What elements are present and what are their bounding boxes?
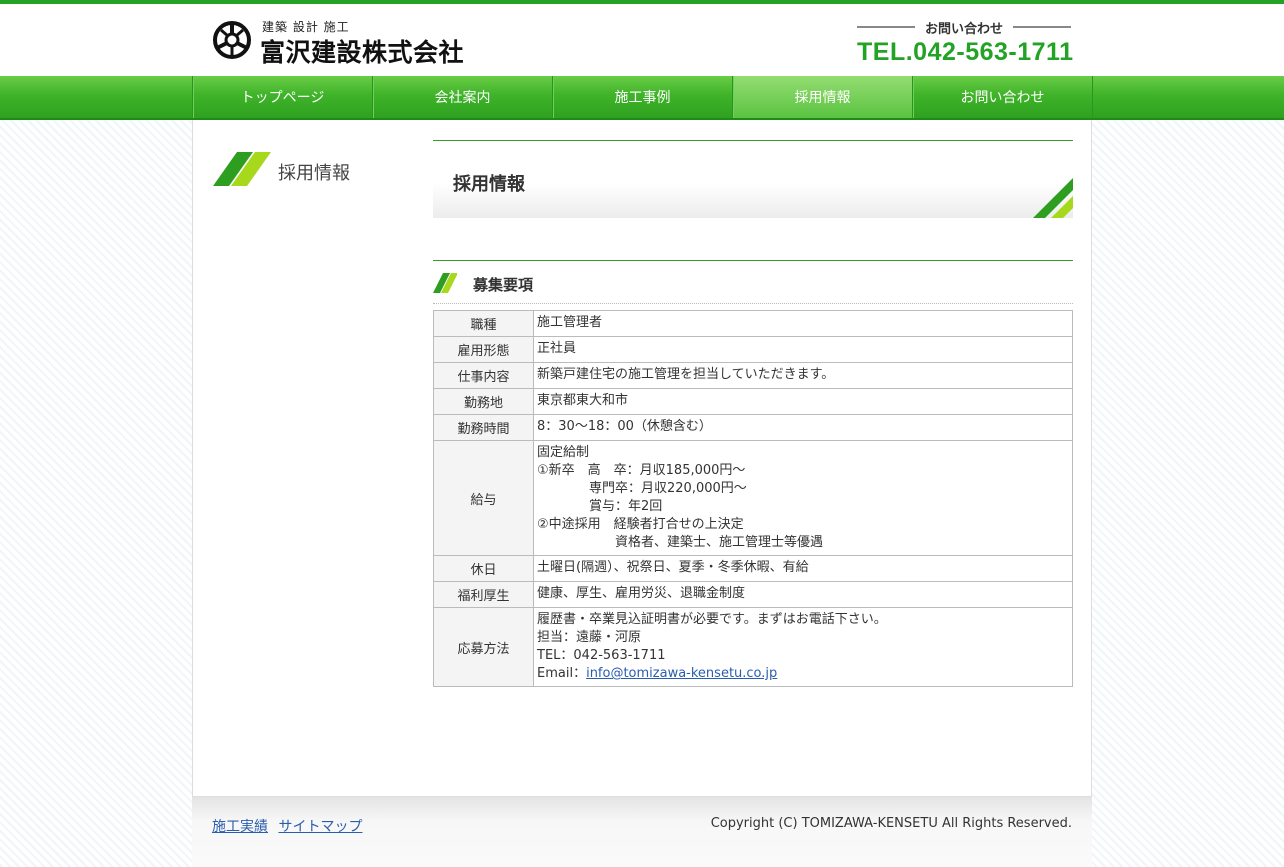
row-label: 勤務時間 (433, 414, 534, 441)
row-value-line: ②中途採用 経験者打合せの上決定 (537, 517, 744, 532)
page-title: 採用情報 (453, 174, 525, 195)
company-name: 富沢建設株式会社 (260, 38, 465, 67)
email-prefix: Email： (537, 666, 587, 681)
row-label: 応募方法 (433, 607, 534, 687)
row-value-line: 8：30～18：00（休憩含む） (537, 419, 712, 434)
row-value: 施工管理者 (533, 310, 1073, 337)
row-value-line: 履歴書・卒業見込証明書が必要です。まずはお電話下さい。 (537, 612, 887, 627)
nav-item[interactable]: 採用情報 (733, 76, 913, 118)
sidebar-title: 採用情報 (213, 152, 373, 186)
row-value-line: 施工管理者 (537, 315, 603, 330)
nav-item[interactable]: お問い合わせ (913, 76, 1093, 118)
row-value-line: TEL：042-563-1711 (537, 648, 666, 663)
page-header: 採用情報 (433, 140, 1073, 218)
global-nav: トップページ 会社案内 施工事例 採用情報 お問い合わせ (0, 76, 1284, 120)
row-value-line: 健康、厚生、雇用労災、退職金制度 (537, 586, 746, 601)
row-value-line: ①新卒 高 卒：月収185,000円～ (537, 463, 746, 478)
sidebar-title-text: 採用情報 (278, 163, 350, 184)
row-value: 健康、厚生、雇用労災、退職金制度 (533, 581, 1073, 608)
main-container: 採用情報 採用情報 募集要項 職種 施工管理者 雇用形態 正社員 仕事内容 新築戸建住宅の… (192, 120, 1092, 796)
contact-block: お問い合わせ TEL.042-563-1711 (857, 18, 1073, 68)
copyright-text: Copyright (C) TOMIZAWA-KENSETU All Right… (710, 816, 1072, 831)
row-value: 8：30～18：00（休憩含む） (533, 414, 1073, 441)
row-value: 正社員 (533, 336, 1073, 363)
section-title: 募集要項 (473, 276, 534, 294)
row-value-line: 固定給制 (537, 445, 590, 460)
company-logo-mark-icon (213, 21, 251, 59)
nav-item[interactable]: 会社案内 (373, 76, 553, 118)
section-header: 募集要項 (433, 260, 1073, 304)
nav-item[interactable]: 施工事例 (553, 76, 733, 118)
table-row: 勤務時間 8：30～18：00（休憩含む） (433, 414, 1073, 441)
row-value: 固定給制 ①新卒 高 卒：月収185,000円～ 専門卒：月収220,000円～ 賞与… (533, 440, 1073, 556)
footer-link-works[interactable]: 施工実績 (212, 819, 268, 835)
email-line: Email：info@tomizawa-kensetu.co.jp (537, 665, 1069, 683)
row-value: 新築戸建住宅の施工管理を担当していただきます。 (533, 362, 1073, 389)
row-value-line: 土曜日(隔週）、祝祭日、夏季・冬季休暇、有給 (537, 560, 809, 575)
section-stripes-icon (433, 273, 457, 293)
stripes-icon (213, 152, 271, 186)
table-row: 職種 施工管理者 (433, 310, 1073, 337)
recruitment-table: 職種 施工管理者 雇用形態 正社員 仕事内容 新築戸建住宅の施工管理を担当していただきます… (433, 310, 1073, 687)
footer-link-sitemap[interactable]: サイトマップ (278, 819, 362, 835)
table-row: 仕事内容 新築戸建住宅の施工管理を担当していただきます。 (433, 362, 1073, 389)
email-link[interactable]: info@tomizawa-kensetu.co.jp (586, 666, 777, 681)
global-nav-list: トップページ 会社案内 施工事例 採用情報 お問い合わせ (192, 76, 1093, 118)
site-header: 建築 設計 施工 富沢建設株式会社 お問い合わせ TEL.042-563-171… (0, 4, 1284, 76)
row-label: 仕事内容 (433, 362, 534, 389)
row-value: 東京都東大和市 (533, 388, 1073, 415)
table-row: 勤務地 東京都東大和市 (433, 388, 1073, 415)
row-label: 職種 (433, 310, 534, 337)
contact-label: お問い合わせ (857, 18, 1071, 37)
row-value-line: 東京都東大和市 (537, 393, 629, 408)
row-value-line: 専門卒：月収220,000円～ (589, 481, 747, 496)
row-label: 給与 (433, 440, 534, 556)
table-row: 応募方法 履歴書・卒業見込証明書が必要です。まずはお電話下さい。 担当：遠藤・河原 T… (433, 607, 1073, 687)
row-label: 雇用形態 (433, 336, 534, 363)
corner-stripes-icon (1033, 178, 1073, 218)
row-value: 土曜日(隔週）、祝祭日、夏季・冬季休暇、有給 (533, 555, 1073, 582)
row-value-line: 資格者、建築士、施工管理士等優遇 (615, 535, 824, 550)
row-value-line: 新築戸建住宅の施工管理を担当していただきます。 (537, 367, 835, 382)
row-value-line: 正社員 (537, 341, 577, 356)
row-value-line: 担当：遠藤・河原 (537, 630, 642, 645)
contact-phone[interactable]: TEL.042-563-1711 (857, 38, 1073, 67)
footer-links: 施工実績 サイトマップ (212, 816, 368, 836)
company-logo[interactable]: 建築 設計 施工 富沢建設株式会社 (212, 18, 472, 67)
table-row: 雇用形態 正社員 (433, 336, 1073, 363)
row-label: 勤務地 (433, 388, 534, 415)
table-row: 休日 土曜日(隔週）、祝祭日、夏季・冬季休暇、有給 (433, 555, 1073, 582)
table-row: 給与 固定給制 ①新卒 高 卒：月収185,000円～ 専門卒：月収220,000円～… (433, 440, 1073, 556)
row-value: 履歴書・卒業見込証明書が必要です。まずはお電話下さい。 担当：遠藤・河原 TEL：0… (533, 607, 1073, 687)
site-footer: 施工実績 サイトマップ Copyright (C) TOMIZAWA-KENSE… (192, 796, 1092, 867)
contact-label-text: お問い合わせ (914, 22, 1013, 37)
row-label: 福利厚生 (433, 581, 534, 608)
row-value-line: 賞与：年2回 (589, 499, 663, 514)
nav-item[interactable]: トップページ (193, 76, 373, 118)
table-row: 福利厚生 健康、厚生、雇用労災、退職金制度 (433, 581, 1073, 608)
row-label: 休日 (433, 555, 534, 582)
